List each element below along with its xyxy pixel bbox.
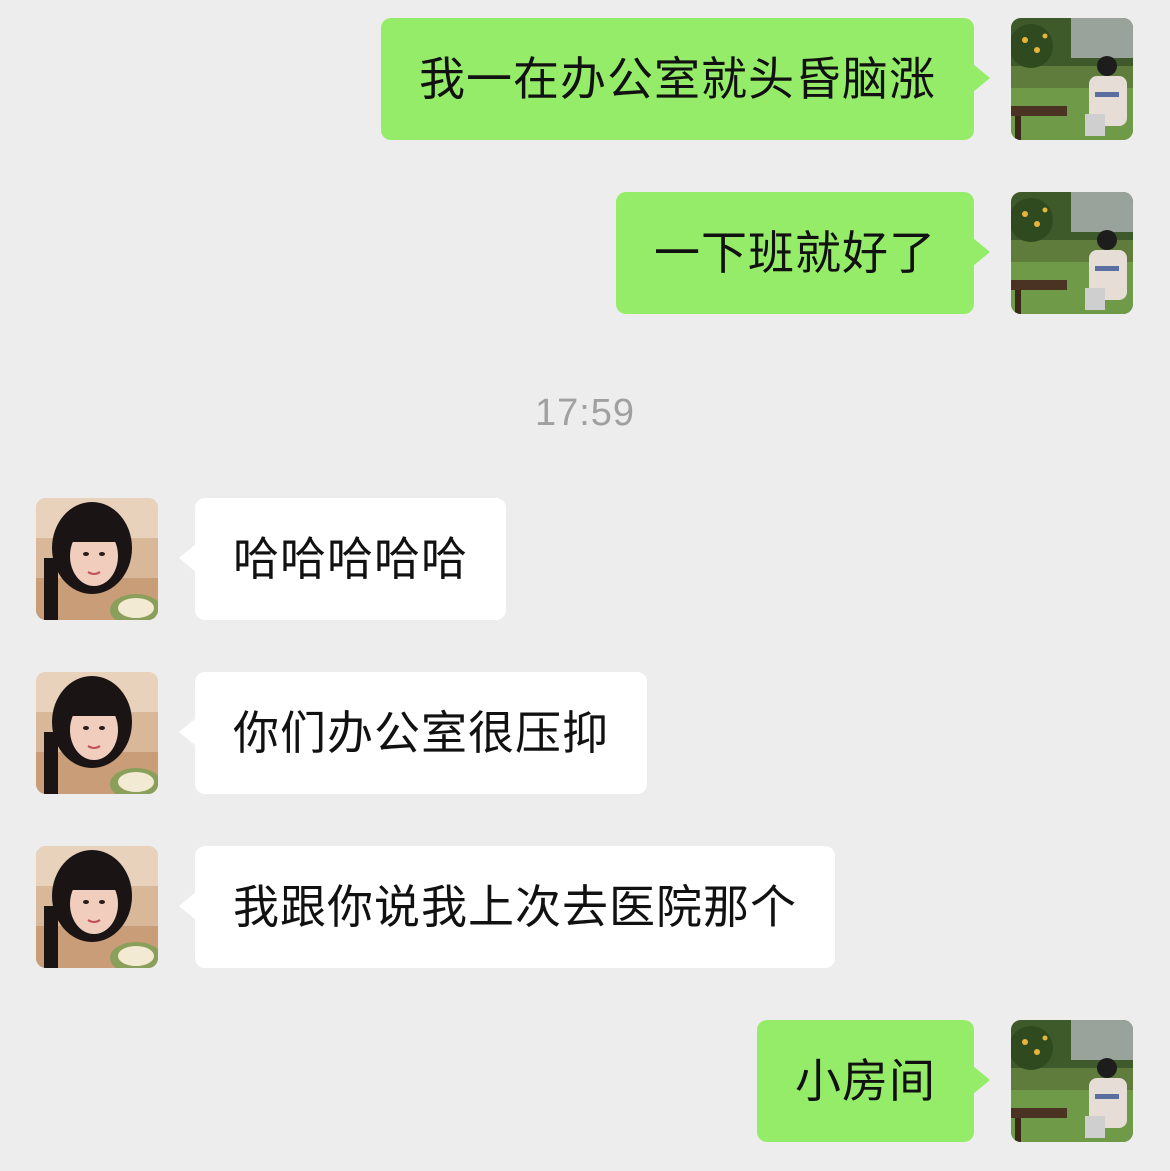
message-text: 我一在办公室就头昏脑涨 (419, 52, 936, 106)
message-row: 我一在办公室就头昏脑涨 (0, 18, 1170, 142)
bubble-tail (973, 64, 990, 92)
bubble-tail (179, 544, 196, 572)
message-row: 哈哈哈哈哈 (0, 498, 1170, 622)
message-bubble[interactable]: 小房间 (757, 1020, 990, 1142)
message-row: 小房间 (0, 1020, 1170, 1144)
chat-timestamp: 17:59 (534, 392, 636, 434)
message-row: 一下班就好了 (0, 192, 1170, 316)
contact-avatar[interactable] (36, 846, 158, 968)
message-row: 我跟你说我上次去医院那个 (0, 846, 1170, 970)
message-bubble[interactable]: 哈哈哈哈哈 (179, 498, 506, 620)
message-text: 哈哈哈哈哈 (233, 532, 468, 586)
contact-avatar[interactable] (36, 672, 158, 794)
contact-avatar[interactable] (36, 498, 158, 620)
my-avatar[interactable] (1011, 18, 1133, 140)
bubble-tail (973, 1066, 990, 1094)
bubble-tail (179, 892, 196, 920)
message-text: 你们办公室很压抑 (233, 706, 609, 760)
message-text: 我跟你说我上次去医院那个 (233, 880, 797, 934)
bubble-tail (973, 238, 990, 266)
message-row: 你们办公室很压抑 (0, 672, 1170, 796)
my-avatar[interactable] (1011, 192, 1133, 314)
message-text: 一下班就好了 (654, 226, 936, 280)
message-bubble[interactable]: 我一在办公室就头昏脑涨 (381, 18, 990, 140)
message-text: 小房间 (795, 1054, 936, 1108)
my-avatar[interactable] (1011, 1020, 1133, 1142)
message-bubble[interactable]: 一下班就好了 (616, 192, 990, 314)
message-bubble[interactable]: 你们办公室很压抑 (179, 672, 647, 794)
bubble-tail (179, 718, 196, 746)
message-bubble[interactable]: 我跟你说我上次去医院那个 (179, 846, 835, 968)
